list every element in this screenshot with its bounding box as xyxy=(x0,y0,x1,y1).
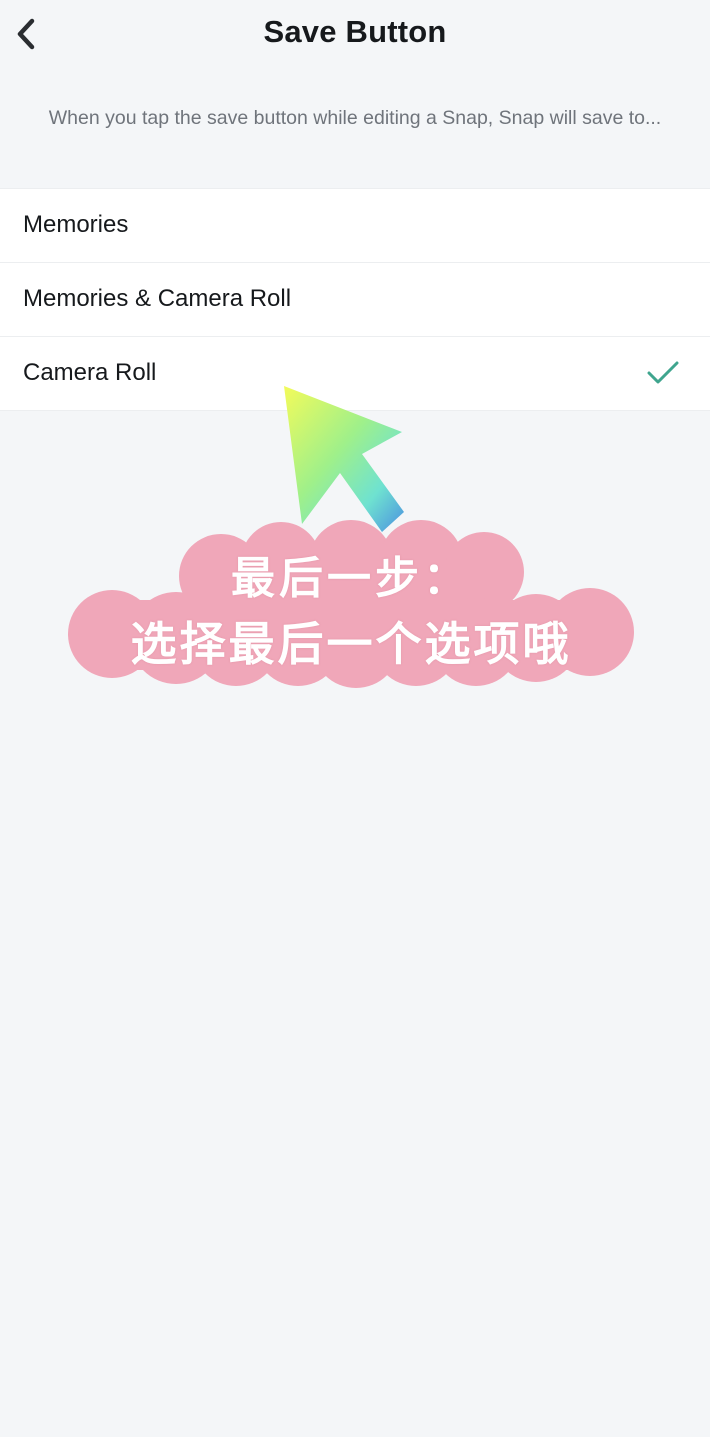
description-text: When you tap the save button while editi… xyxy=(48,107,662,129)
option-label: Memories & Camera Roll xyxy=(23,285,292,312)
header: Save Button xyxy=(0,0,710,70)
annotation-line-1: 最后一步： xyxy=(231,553,471,604)
option-label: Camera Roll xyxy=(23,359,157,386)
page-title: Save Button xyxy=(263,14,447,49)
option-memories[interactable]: Memories xyxy=(0,189,710,263)
annotation-line-2: 选择最后一个选项哦 xyxy=(130,617,572,671)
option-memories-camera-roll[interactable]: Memories & Camera Roll xyxy=(0,263,710,337)
checkmark-icon xyxy=(647,361,679,384)
option-label: Memories xyxy=(23,211,129,238)
save-button-settings-screen: Save Button When you tap the save button… xyxy=(0,0,710,1437)
